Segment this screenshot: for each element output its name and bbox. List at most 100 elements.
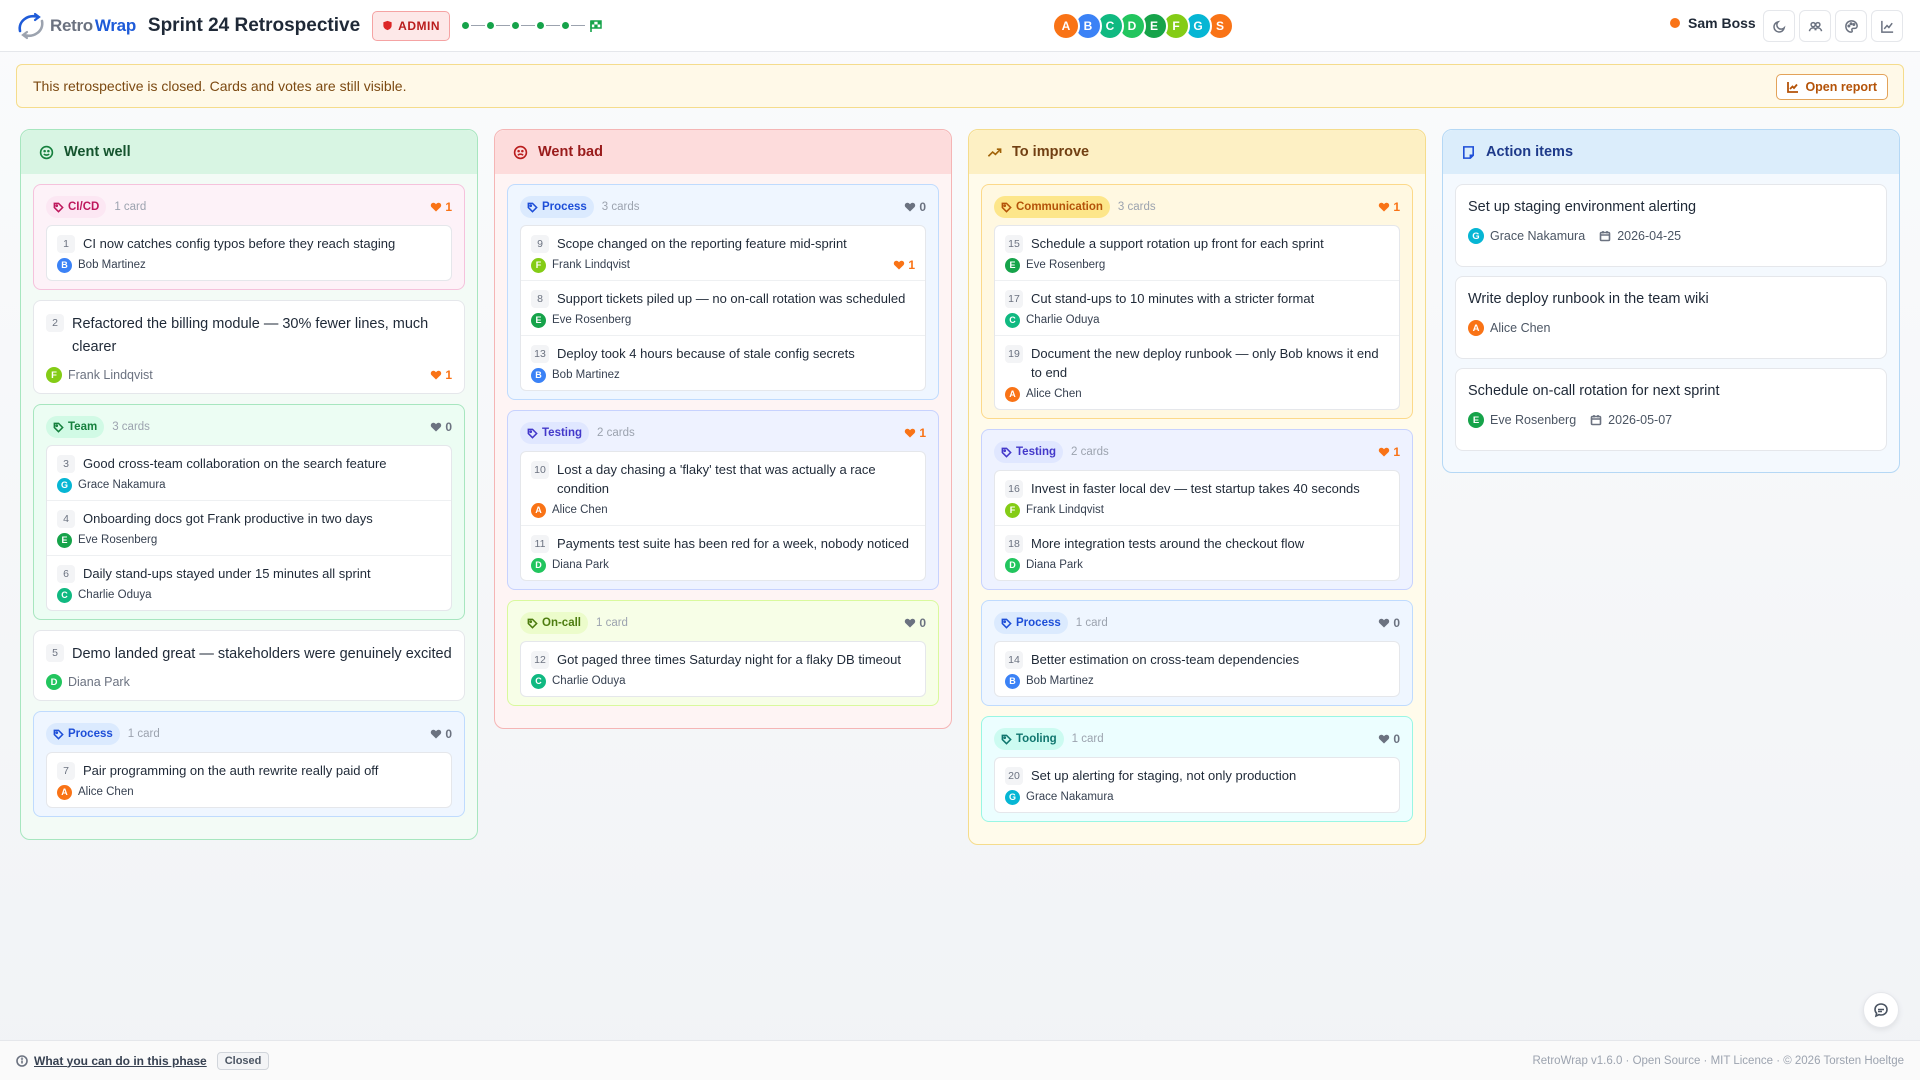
group-tag[interactable]: On-call: [520, 612, 588, 634]
group-card-count: 1 card: [595, 617, 628, 629]
group-votes[interactable]: 0: [904, 616, 926, 630]
current-user[interactable]: Sam Boss: [1670, 15, 1756, 31]
group-tag[interactable]: Team: [46, 416, 105, 438]
group-tag[interactable]: Process: [994, 612, 1068, 634]
group-votes[interactable]: 0: [430, 420, 452, 434]
card-group-process[interactable]: Process 3 cards 0 9 Scope changed on the…: [507, 184, 939, 400]
group-tag[interactable]: Process: [46, 723, 120, 745]
card-author: B Bob Martinez: [57, 257, 441, 273]
action-item[interactable]: Write deploy runbook in the team wiki A …: [1455, 276, 1887, 359]
card[interactable]: 19 Document the new deploy runbook — onl…: [995, 336, 1399, 409]
card[interactable]: 20 Set up alerting for staging, not only…: [995, 758, 1399, 812]
group-votes[interactable]: 1: [1378, 445, 1400, 459]
theme-toggle-button[interactable]: [1763, 10, 1795, 42]
author-name: Diana Park: [552, 559, 609, 571]
card[interactable]: 5 Demo landed great — stakeholders were …: [33, 630, 465, 701]
card-group-tooling[interactable]: Tooling 1 card 0 20 Set up alerting for …: [981, 716, 1413, 822]
participant-avatar[interactable]: A: [1052, 12, 1080, 40]
calendar-icon: [1590, 415, 1602, 426]
app-logo[interactable]: Retro Wrap: [14, 11, 136, 41]
author-avatar: D: [46, 674, 62, 690]
card[interactable]: 11 Payments test suite has been red for …: [521, 526, 925, 580]
card-group-testing[interactable]: Testing 2 cards 1 10 Lost a day chasing …: [507, 410, 939, 590]
chat-button[interactable]: [1863, 992, 1899, 1028]
author-name: Charlie Oduya: [78, 589, 152, 601]
heart-icon: [905, 428, 916, 438]
group-votes[interactable]: 1: [904, 426, 926, 440]
card-votes[interactable]: 1: [430, 368, 452, 382]
card-group-process[interactable]: Process 1 card 0 7 Pair programming on t…: [33, 711, 465, 817]
card-number: 9: [531, 235, 549, 253]
users-icon: [1808, 21, 1822, 31]
card[interactable]: 17 Cut stand-ups to 10 minutes with a st…: [995, 281, 1399, 336]
tag-icon: [1001, 447, 1012, 458]
group-tag[interactable]: Tooling: [994, 728, 1064, 750]
card[interactable]: 15 Schedule a support rotation up front …: [995, 226, 1399, 281]
card-author: G Grace Nakamura: [57, 477, 441, 493]
action-meta: E Eve Rosenberg 2026-05-07: [1468, 412, 1874, 428]
group-votes[interactable]: 0: [430, 727, 452, 741]
card-group-testing[interactable]: Testing 2 cards 1 16 Invest in faster lo…: [981, 429, 1413, 590]
group-votes[interactable]: 1: [1378, 200, 1400, 214]
card[interactable]: 14 Better estimation on cross-team depen…: [995, 642, 1399, 696]
group-card-count: 3 cards: [1117, 201, 1156, 213]
card[interactable]: 2 Refactored the billing module — 30% fe…: [33, 300, 465, 394]
phase-help-link[interactable]: What you can do in this phase: [16, 1054, 207, 1068]
card-author: C Charlie Oduya: [531, 673, 915, 689]
action-item[interactable]: Set up staging environment alerting G Gr…: [1455, 184, 1887, 267]
heart-icon: [1379, 618, 1390, 628]
card[interactable]: 10 Lost a day chasing a 'flaky' test tha…: [521, 452, 925, 526]
group-votes[interactable]: 0: [1378, 616, 1400, 630]
card[interactable]: 4 Onboarding docs got Frank productive i…: [47, 501, 451, 556]
card-group-communication[interactable]: Communication 3 cards 1 15 Schedule a su…: [981, 184, 1413, 419]
card-group-cicd[interactable]: CI/CD 1 card 1 1 CI now catches config t…: [33, 184, 465, 290]
group-header: Process 1 card 0: [46, 722, 452, 746]
author-avatar: F: [531, 257, 546, 273]
action-list: Set up staging environment alerting G Gr…: [1443, 184, 1899, 451]
card[interactable]: 8 Support tickets piled up — no on-call …: [521, 281, 925, 336]
card-group-process[interactable]: Process 1 card 0 14 Better estimation on…: [981, 600, 1413, 706]
group-tag[interactable]: Process: [520, 196, 594, 218]
card-number: 6: [57, 565, 75, 583]
card[interactable]: 16 Invest in faster local dev — test sta…: [995, 471, 1399, 526]
card-number: 15: [1005, 235, 1023, 253]
card-group-team[interactable]: Team 3 cards 0 3 Good cross-team collabo…: [33, 404, 465, 620]
card[interactable]: 3 Good cross-team collaboration on the s…: [47, 446, 451, 501]
group-card-list: 20 Set up alerting for staging, not only…: [994, 757, 1400, 813]
group-votes[interactable]: 1: [430, 200, 452, 214]
group-votes[interactable]: 0: [1378, 732, 1400, 746]
card[interactable]: 12 Got paged three times Saturday night …: [521, 642, 925, 696]
card[interactable]: 18 More integration tests around the che…: [995, 526, 1399, 580]
logo-icon: [18, 12, 44, 39]
palette-button[interactable]: [1835, 10, 1867, 42]
participants-button[interactable]: [1799, 10, 1831, 42]
author-name: Frank Lindqvist: [68, 368, 153, 382]
heart-icon: [894, 260, 905, 270]
author-name: Alice Chen: [78, 786, 134, 798]
card[interactable]: 9 Scope changed on the reporting feature…: [521, 226, 925, 281]
card[interactable]: 7 Pair programming on the auth rewrite r…: [47, 753, 451, 807]
toolbar: [1763, 10, 1903, 42]
action-item[interactable]: Schedule on-call rotation for next sprin…: [1455, 368, 1887, 451]
group-tag[interactable]: CI/CD: [46, 196, 107, 218]
card-text: Deploy took 4 hours because of stale con…: [557, 346, 855, 361]
card[interactable]: 6 Daily stand-ups stayed under 15 minute…: [47, 556, 451, 610]
author-avatar: E: [1005, 257, 1020, 273]
action-due-date: 2026-04-25: [1617, 229, 1682, 243]
card-group-on-call[interactable]: On-call 1 card 0 12 Got paged three time…: [507, 600, 939, 706]
group-tag[interactable]: Testing: [520, 422, 590, 444]
phase-dot: [561, 22, 569, 29]
group-tag[interactable]: Communication: [994, 196, 1110, 218]
group-votes[interactable]: 0: [904, 200, 926, 214]
open-report-button[interactable]: Open report: [1776, 74, 1888, 100]
frown-icon: [513, 145, 528, 159]
chat-icon: [1874, 1003, 1888, 1018]
group-tag[interactable]: Testing: [994, 441, 1064, 463]
stats-button[interactable]: [1871, 10, 1903, 42]
card-votes[interactable]: 1: [893, 258, 915, 272]
card[interactable]: 13 Deploy took 4 hours because of stale …: [521, 336, 925, 390]
card-number: 8: [531, 290, 549, 308]
card-text: Set up alerting for staging, not only pr…: [1031, 768, 1297, 783]
card[interactable]: 1 CI now catches config typos before the…: [47, 226, 451, 280]
trending-up-icon: [987, 147, 1002, 157]
